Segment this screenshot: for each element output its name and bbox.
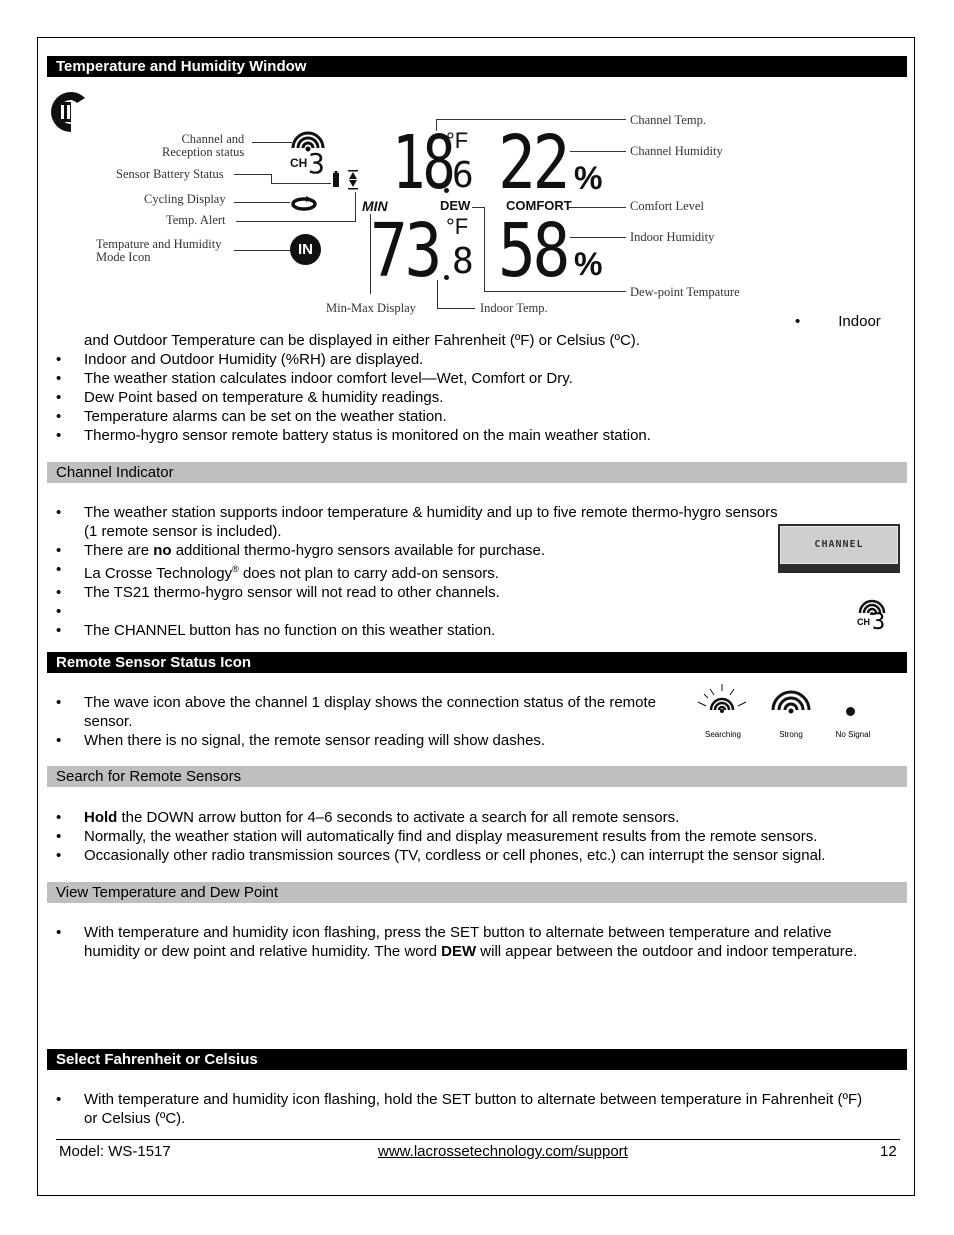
section-marker-icon: [51, 92, 85, 132]
label-dew-point: Dew-point Tempature: [630, 285, 740, 299]
lcd-indoor-humidity: 58: [498, 208, 570, 294]
label-sensor-battery: Sensor Battery Status: [116, 167, 224, 181]
fahrenheit-celsius-bullets: With temperature and humidity icon flash…: [47, 1090, 862, 1128]
label-channel-humidity: Channel Humidity: [630, 144, 723, 158]
lcd-temp-unit-bottom: °F: [446, 214, 469, 239]
lcd-percent-bottom: %: [574, 246, 603, 282]
list-item: and Outdoor Temperature can be displayed…: [84, 332, 640, 349]
label-cycling-display: Cycling Display: [144, 192, 226, 206]
section-header-view-dew: View Temperature and Dew Point: [47, 882, 907, 903]
label-channel-reception: Channel and Reception status: [162, 132, 245, 159]
section-header-search-sensors: Search for Remote Sensors: [47, 766, 907, 787]
footer-support-link[interactable]: www.lacrossetechnology.com/support: [378, 1143, 628, 1160]
label-channel-temp: Channel Temp.: [630, 113, 706, 127]
floating-bullet: • Indoor: [795, 313, 881, 330]
decimal-point: [444, 188, 449, 193]
lcd-channel-temp-decimal: 6: [452, 155, 474, 196]
lcd-ch-number: 3: [308, 147, 325, 180]
searching-signal-icon: [697, 684, 747, 713]
list-item: Dew Point based on temperature & humidit…: [47, 388, 651, 407]
list-item: Hold the DOWN arrow button for 4–6 secon…: [47, 808, 825, 827]
status-label-strong: Strong: [779, 730, 803, 739]
status-label-no-signal: No Signal: [835, 730, 871, 739]
section-title: Remote Sensor Status Icon: [56, 654, 252, 671]
lcd-dew-label: DEW: [440, 198, 471, 213]
channel-button-image: CHANNEL: [778, 524, 900, 573]
label-indoor-temp: Indoor Temp.: [480, 301, 548, 315]
label-min-max: Min-Max Display: [326, 301, 416, 315]
lcd-percent-top: %: [574, 160, 603, 196]
section-header-remote-sensor: Remote Sensor Status Icon: [47, 652, 907, 673]
list-item: The CHANNEL button has no function on th…: [47, 621, 778, 640]
section-header-fahrenheit-celsius: Select Fahrenheit or Celsius: [47, 1049, 907, 1070]
channel-ch-number: 3: [872, 610, 886, 635]
section-header-temp-humidity: Temperature and Humidity Window: [47, 56, 907, 77]
label-temp-alert: Temp. Alert: [166, 213, 226, 227]
list-item: When there is no signal, the remote sens…: [47, 731, 656, 750]
strong-signal-icon: [771, 690, 811, 714]
section-title: View Temperature and Dew Point: [56, 884, 279, 901]
list-item: Indoor and Outdoor Humidity (%RH) are di…: [47, 350, 651, 369]
view-dew-bullets: With temperature and humidity icon flash…: [47, 923, 857, 961]
lcd-indoor-temp-decimal: 8: [452, 241, 474, 282]
search-sensors-bullets: Hold the DOWN arrow button for 4–6 secon…: [47, 808, 825, 865]
temp-alert-arrows-icon: [348, 170, 358, 190]
label-mode-icon: Tempature and Humidity Mode Icon: [96, 237, 222, 264]
lcd-ch-label: CH: [290, 156, 308, 170]
lcd-channel-humidity: 22: [498, 120, 570, 206]
channel-indicator-bullets: The weather station supports indoor temp…: [47, 503, 778, 640]
list-item: The wave icon above the channel 1 displa…: [47, 693, 656, 731]
channel-ch-label: CH: [857, 617, 870, 627]
list-item: Normally, the weather station will autom…: [47, 827, 825, 846]
footer-page-number: 12: [880, 1143, 897, 1160]
list-item: The weather station calculates indoor co…: [47, 369, 651, 388]
footer-model: Model: WS-1517: [59, 1143, 171, 1160]
list-item: With temperature and humidity icon flash…: [47, 1090, 862, 1128]
list-item: Thermo-hygro sensor remote battery statu…: [47, 426, 651, 445]
no-signal-icon: [846, 707, 855, 716]
list-item: There are no additional thermo-hygro sen…: [47, 541, 778, 560]
sensor-battery-icon: [333, 171, 339, 187]
cycling-display-icon: [291, 196, 317, 211]
status-label-searching: Searching: [704, 730, 742, 739]
section-title: Channel Indicator: [56, 464, 174, 481]
list-item: The weather station supports indoor temp…: [47, 503, 778, 541]
list-item: The TS21 thermo-hygro sensor will not re…: [47, 583, 778, 602]
in-mode-badge-icon: IN: [290, 234, 321, 265]
footer-divider: [56, 1139, 900, 1140]
section-title: Temperature and Humidity Window: [56, 58, 307, 75]
lcd-temp-unit-top: °F: [446, 128, 469, 153]
list-item: With temperature and humidity icon flash…: [47, 923, 857, 961]
decimal-point: [444, 275, 449, 280]
section-title: Select Fahrenheit or Celsius: [56, 1051, 258, 1068]
list-item: Temperature alarms can be set on the wea…: [47, 407, 651, 426]
temp-humidity-bullets: and Outdoor Temperature can be displayed…: [47, 331, 651, 445]
label-indoor-humidity: Indoor Humidity: [630, 230, 715, 244]
section-header-channel-indicator: Channel Indicator: [47, 462, 907, 483]
list-item: La Crosse Technology® does not plan to c…: [47, 560, 778, 583]
battery-alert-icons: [333, 170, 358, 190]
section-title: Search for Remote Sensors: [56, 768, 242, 785]
lcd-indoor-temp: 73: [370, 208, 442, 294]
list-item: [47, 602, 778, 621]
list-item: Occasionally other radio transmission so…: [47, 846, 825, 865]
label-comfort-level: Comfort Level: [630, 199, 704, 213]
remote-sensor-bullets: The wave icon above the channel 1 displa…: [47, 693, 656, 750]
channel-button-label: CHANNEL: [814, 539, 864, 550]
